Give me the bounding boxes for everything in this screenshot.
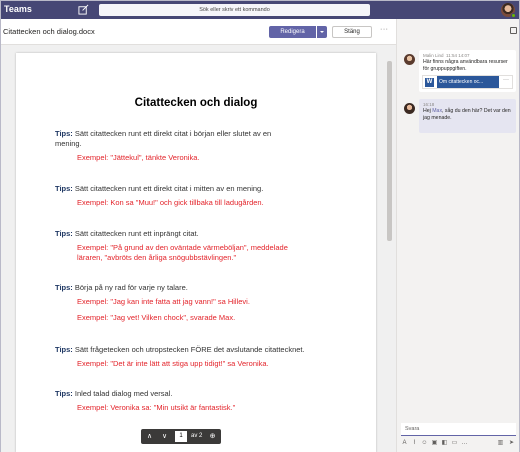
word-icon: W [425, 78, 434, 87]
compose-icon[interactable] [78, 4, 89, 15]
tip-text: Tips: Sätt citattecken runt ett inprängt… [55, 229, 355, 239]
chat-message: 16:18 Hej Max, såg du den här? Det var d… [419, 99, 516, 133]
tip-text: Tips: Sätt citattecken runt ett direkt c… [55, 129, 355, 139]
tip-text: Tips: Sätt frågetecken och utropstecken … [55, 345, 355, 355]
delete-icon[interactable]: ▥ [497, 440, 504, 447]
tip-text: Tips: Inled talad dialog med versal. [55, 389, 355, 399]
tip-text: Sätt citattecken runt ett inprängt citat… [74, 229, 199, 238]
tip-label: Tips: [55, 229, 73, 238]
tip-text: Sätt citattecken runt ett direkt citat i… [74, 184, 264, 193]
tip-text: Sätt citattecken runt ett direkt citat i… [74, 129, 272, 138]
message-author: Malin Lind [423, 53, 444, 58]
document-scrollbar[interactable] [386, 61, 392, 452]
scrollbar-thumb[interactable] [387, 61, 392, 241]
example-text: Exempel: "Jättekul", tänkte Veronika. [77, 153, 200, 162]
message-text-start: Hej [423, 108, 433, 114]
chat-message: Malin Lind 11:54 14:07 Här finns några a… [419, 50, 516, 92]
message-text: Hej Max, såg du den här? Det var den jag… [423, 108, 512, 121]
document-header: Citattecken och dialog.docx Redigera Stä… [1, 19, 396, 45]
tip-label: Tips: [55, 129, 73, 138]
gif-icon[interactable]: ▣ [431, 440, 438, 447]
emoji-icon[interactable]: ☺ [421, 440, 428, 447]
chat-panel: Malin Lind 11:54 14:07 Här finns några a… [396, 19, 519, 452]
tip-text: Tips: Sätt citattecken runt ett direkt c… [55, 184, 355, 194]
next-page-icon[interactable]: ∨ [159, 431, 170, 442]
tip-text: Börja på ny rad för varje ny talare. [74, 283, 188, 292]
meet-icon[interactable]: ▭ [451, 440, 458, 447]
page-number-input[interactable]: 1 [175, 431, 187, 442]
format-icon[interactable]: A [401, 440, 408, 447]
document-page: Citattecken och dialog Tips: Sätt citatt… [16, 53, 376, 452]
compose-toolbar: A ⌇ ☺ ▣ ◧ ▭ … ▥ ➤ [401, 439, 516, 449]
avatar[interactable] [501, 3, 516, 18]
example-text: Exempel: "På grund av den oväntade värme… [77, 243, 288, 252]
example-text: Exempel: "Det är inte lätt att stiga upp… [77, 359, 269, 368]
tip-label: Tips: [55, 184, 73, 193]
title-bar: Teams Sök eller skriv ett kommando [1, 1, 519, 19]
avatar[interactable] [404, 103, 415, 114]
tip-block: Tips: Sätt citattecken runt ett direkt c… [55, 184, 355, 208]
send-icon[interactable]: ➤ [508, 440, 515, 447]
edit-options-chevron-down-icon[interactable] [317, 26, 327, 38]
previous-page-icon[interactable]: ∧ [144, 431, 155, 442]
edit-button[interactable]: Redigera [269, 26, 316, 38]
tip-text-continued: mening. [55, 139, 82, 148]
message-text: Här finns några användbara resurser för … [423, 59, 508, 72]
tip-block: Tips: Sätt citattecken runt ett direkt c… [55, 129, 355, 163]
more-icon[interactable]: … [461, 440, 468, 447]
example-text: Exempel: Kon sa "Muu!" och gick tillbaka… [77, 198, 264, 207]
presence-available-icon [511, 13, 516, 18]
avatar[interactable] [404, 54, 415, 65]
attachment-name[interactable]: Om citattecken oc... [437, 76, 499, 88]
more-icon[interactable]: ··· [503, 77, 509, 83]
more-options-icon[interactable]: ··· [380, 26, 389, 33]
chat-info-icon[interactable] [510, 27, 517, 34]
example-text: Exempel: Veronika sa: "Min utsikt är fan… [77, 403, 236, 412]
example-text: Exempel: "Jag kan inte fatta att jag van… [77, 297, 250, 306]
sticker-icon[interactable]: ◧ [441, 440, 448, 447]
page-navigation: ∧ ∨ 1 av 2 ⊕ [141, 429, 221, 444]
example-text: Exempel: "Jag vet! Vilken chock", svarad… [77, 313, 236, 322]
document-heading: Citattecken och dialog [134, 97, 258, 109]
tip-label: Tips: [55, 283, 73, 292]
search-input[interactable]: Sök eller skriv ett kommando [99, 4, 370, 16]
zoom-icon[interactable]: ⊕ [207, 431, 218, 442]
tip-block: Tips: Börja på ny rad för varje ny talar… [55, 283, 355, 323]
app-title: Teams [4, 4, 32, 14]
page-count: av 2 [191, 433, 203, 439]
tip-block: Tips: Inled talad dialog med versal. Exe… [55, 389, 355, 413]
document-viewer: Citattecken och dialog Tips: Sätt citatt… [1, 45, 396, 452]
message-time: 11:54 14:07 [446, 53, 470, 58]
tip-text: Tips: Börja på ny rad för varje ny talar… [55, 283, 355, 293]
attach-icon[interactable]: ⌇ [411, 440, 418, 447]
mention-link[interactable]: Max [432, 108, 442, 114]
tip-label: Tips: [55, 389, 73, 398]
document-title: Citattecken och dialog.docx [3, 27, 95, 36]
tip-block: Tips: Sätt citattecken runt ett inprängt… [55, 229, 355, 263]
close-button[interactable]: Stäng [332, 26, 372, 38]
reply-input[interactable]: Svara [401, 423, 516, 436]
tip-block: Tips: Sätt frågetecken och utropstecken … [55, 345, 355, 369]
example-text-continued: läraren, "avbröts den årliga snögubbstäv… [77, 253, 237, 262]
tip-text: Inled talad dialog med versal. [74, 389, 173, 398]
tip-label: Tips: [55, 345, 73, 354]
file-attachment[interactable]: W Om citattecken oc... ··· [422, 75, 513, 89]
tip-text: Sätt frågetecken och utropstecken FÖRE d… [74, 345, 305, 354]
